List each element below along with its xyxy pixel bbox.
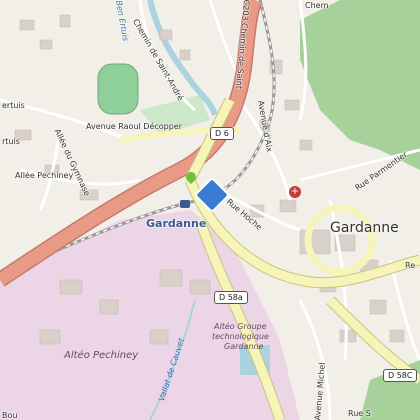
rail-station-icon[interactable] [180, 200, 190, 208]
road-label-allee-pechiney: Allée Pechiney [15, 171, 74, 180]
town-label[interactable]: Gardanne [330, 220, 399, 236]
area-label-alteo-groupe-2: technologique [212, 332, 269, 341]
road-shield-d58a: D 58a [214, 291, 248, 304]
hospital-icon[interactable]: + [289, 186, 301, 198]
road-label-rue-s: Rue S [348, 409, 371, 418]
road-shield-d6: D 6 [210, 127, 234, 140]
road-label-rtuis: rtuis [2, 137, 20, 146]
station-label[interactable]: Gardanne [146, 217, 206, 230]
map-view[interactable]: D 6 D 58a D 58C Gardanne Gardanne Chemin… [0, 0, 420, 420]
road-label-avenue-raoul: Avenue Raoul Décopper [86, 122, 183, 131]
road-label-re: Re [405, 261, 416, 270]
area-label-alteo-groupe-3: Gardanne [224, 342, 264, 351]
sports-track [97, 63, 139, 115]
road-label-bou: Bou [2, 411, 18, 420]
road-label-ertuis: ertuis [2, 101, 25, 110]
area-label-alteo-groupe-1: Altéo Groupe [214, 322, 267, 331]
road-label-chem: Chem [305, 1, 329, 10]
road-shield-d58c: D 58C [383, 369, 418, 382]
wood-area [300, 0, 420, 170]
area-label-alteo: Altéo Pechiney [64, 350, 139, 361]
